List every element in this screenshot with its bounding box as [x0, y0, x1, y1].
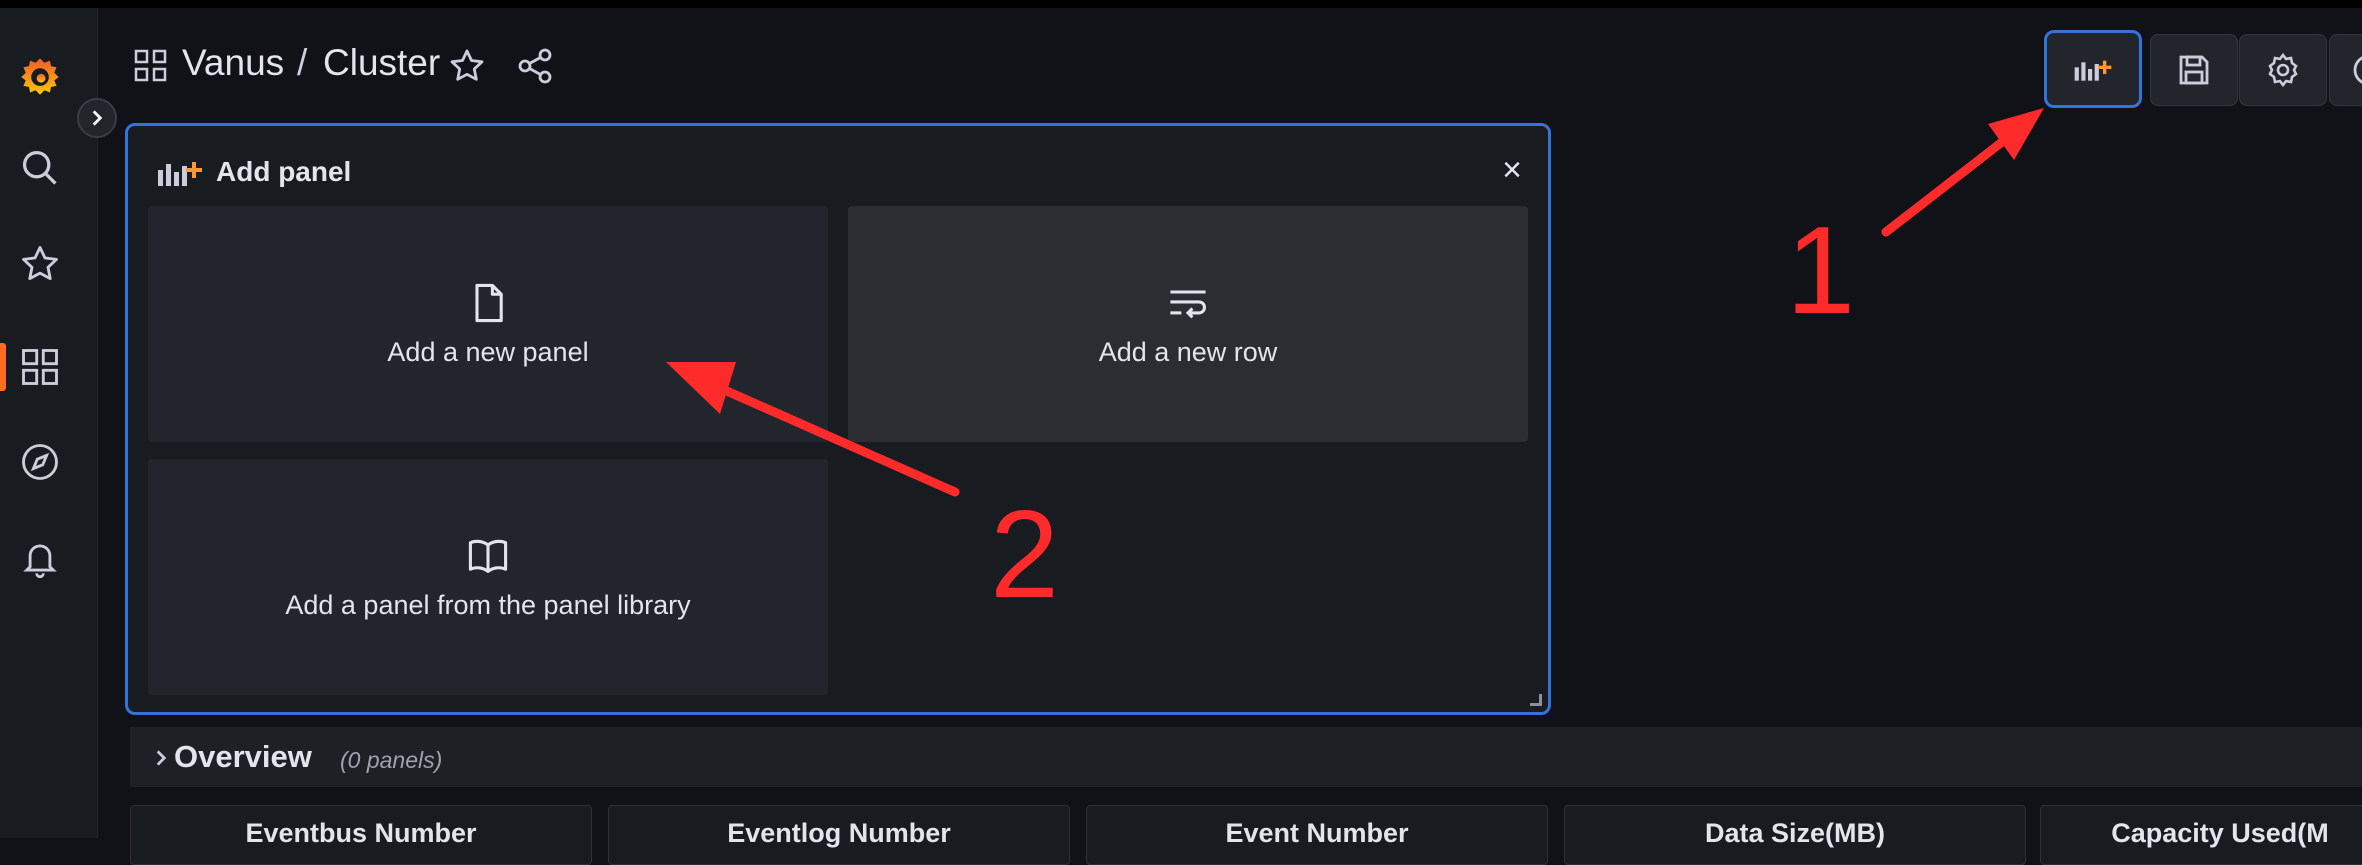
row-icon — [1170, 289, 1206, 318]
annotation-arrow-1 — [1881, 137, 2007, 237]
add-library-panel-option[interactable]: Add a panel from the panel library — [148, 459, 828, 695]
add-panel-widget: Add panel × Add a new panel Add a new ro… — [125, 123, 1551, 715]
annotation-step-1: 1 — [1786, 202, 1855, 340]
stat-panel-title: Eventbus Number — [245, 818, 477, 848]
nav-active-indicator — [0, 343, 6, 391]
overview-row[interactable]: Overview (0 panels) — [130, 727, 2362, 787]
add-panel-icon — [158, 162, 202, 186]
stat-panel-title: Event Number — [1225, 818, 1409, 848]
search-icon[interactable] — [16, 144, 64, 192]
star-icon[interactable] — [16, 240, 64, 288]
stat-panel[interactable]: Event Number — [1086, 805, 1548, 865]
dashboard-grid-icon — [134, 49, 167, 82]
share-icon[interactable] — [515, 46, 555, 86]
add-new-panel-option[interactable]: Add a new panel — [148, 206, 828, 442]
chevron-right-icon — [156, 750, 167, 766]
dashboards-icon[interactable] — [16, 343, 64, 391]
annotation-step-2: 2 — [990, 486, 1059, 624]
add-library-panel-label: Add a panel from the panel library — [285, 589, 691, 620]
save-dashboard-button[interactable] — [2150, 34, 2238, 106]
add-new-row-label: Add a new row — [1098, 336, 1278, 367]
stat-panel-title: Capacity Used(M — [2111, 818, 2329, 848]
add-new-row-option[interactable]: Add a new row — [848, 206, 1528, 442]
stat-panel-title: Data Size(MB) — [1704, 818, 1886, 848]
row-panel-count: (0 panels) — [340, 747, 443, 773]
add-panel-button[interactable] — [2044, 30, 2142, 108]
clock-icon — [2353, 56, 2362, 84]
file-icon — [475, 283, 503, 322]
time-picker-button[interactable] — [2329, 34, 2362, 106]
stat-panel[interactable]: Eventbus Number — [130, 805, 592, 865]
gear-icon — [2268, 52, 2298, 88]
save-icon — [2179, 55, 2209, 85]
resize-handle[interactable] — [1530, 694, 1542, 706]
stat-panel[interactable]: Capacity Used(M — [2040, 805, 2362, 865]
breadcrumb-folder[interactable]: Vanus — [182, 42, 284, 84]
alerting-bell-icon[interactable] — [16, 534, 64, 582]
add-panel-header: Add panel — [156, 152, 351, 192]
add-panel-title: Add panel — [216, 156, 352, 187]
add-new-panel-label: Add a new panel — [387, 336, 589, 367]
stat-panel[interactable]: Eventlog Number — [608, 805, 1070, 865]
close-button[interactable]: × — [1494, 151, 1530, 189]
dashboard-settings-button[interactable] — [2239, 34, 2327, 106]
explore-icon[interactable] — [16, 438, 64, 486]
book-icon — [468, 539, 508, 573]
stat-panel-title: Eventlog Number — [727, 818, 951, 848]
add-panel-icon — [2074, 60, 2112, 81]
row-title: Overview — [174, 739, 312, 774]
mark-favorite-star-icon[interactable] — [447, 46, 487, 86]
stat-panel[interactable]: Data Size(MB) — [1564, 805, 2026, 865]
dashboard-header: Vanus / Cluster — [97, 8, 2362, 120]
top-strip — [0, 0, 2362, 8]
breadcrumb-separator: / — [297, 42, 308, 83]
page-title[interactable]: Cluster — [323, 42, 440, 84]
grafana-logo-icon[interactable] — [16, 52, 64, 100]
